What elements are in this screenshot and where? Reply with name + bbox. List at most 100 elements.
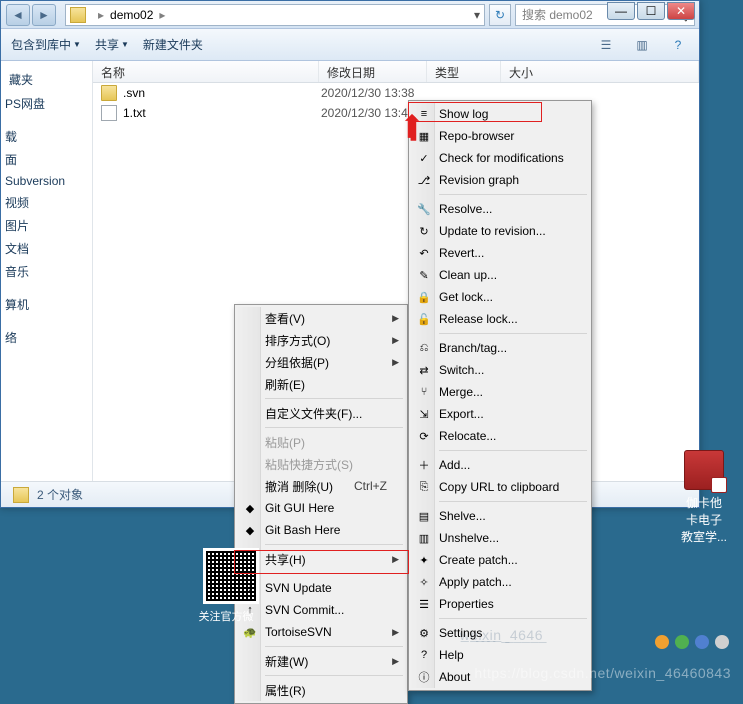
col-size[interactable]: 大小 bbox=[501, 61, 699, 82]
refresh-button[interactable]: ↻ bbox=[489, 4, 511, 26]
sidebar: 藏夹 PS网盘载面Subversion视频图片文档音乐算机络 bbox=[1, 61, 93, 481]
menu-item-label: 分组依据(P) bbox=[265, 354, 329, 371]
branch-icon: ⎌ bbox=[416, 340, 432, 356]
sidebar-item[interactable]: 视频 bbox=[1, 191, 92, 214]
path-segment[interactable]: demo02 bbox=[110, 8, 153, 22]
toolbar-newfolder[interactable]: 新建文件夹 bbox=[143, 36, 203, 53]
menu-item[interactable]: ⓘAbout bbox=[411, 666, 589, 688]
menu-item[interactable]: ⇲Export... bbox=[411, 403, 589, 425]
menu-item[interactable]: 🔓Release lock... bbox=[411, 308, 589, 330]
toolbar-share[interactable]: 共享▼ bbox=[95, 36, 129, 53]
col-date[interactable]: 修改日期 bbox=[319, 61, 427, 82]
tortoisesvn-submenu: ≡Show log▦Repo-browser✓Check for modific… bbox=[408, 100, 592, 691]
close-button[interactable]: ✕ bbox=[667, 2, 695, 20]
menu-item[interactable]: 🔧Resolve... bbox=[411, 198, 589, 220]
maximize-button[interactable]: ☐ bbox=[637, 2, 665, 20]
menu-item[interactable]: 🔒Get lock... bbox=[411, 286, 589, 308]
menu-item[interactable]: ⚙Settings bbox=[411, 622, 589, 644]
menu-item[interactable]: ≡Show log bbox=[411, 103, 589, 125]
menu-item[interactable]: ＋Add... bbox=[411, 454, 589, 476]
add-icon: ＋ bbox=[416, 457, 432, 473]
menu-item[interactable]: 属性(R) bbox=[237, 679, 405, 701]
revert-icon: ↶ bbox=[416, 245, 432, 261]
menu-item[interactable]: ▤Shelve... bbox=[411, 505, 589, 527]
menu-item[interactable]: ↓SVN Update bbox=[237, 577, 405, 599]
sidebar-item[interactable]: 音乐 bbox=[1, 260, 92, 283]
tray-icon[interactable] bbox=[675, 635, 689, 649]
menu-item[interactable]: ✓Check for modifications bbox=[411, 147, 589, 169]
menu-item[interactable]: ☰Properties bbox=[411, 593, 589, 615]
sidebar-item[interactable]: 载 bbox=[1, 125, 92, 148]
menu-item[interactable]: ⎇Revision graph bbox=[411, 169, 589, 191]
menu-item-label: SVN Commit... bbox=[265, 603, 344, 617]
sidebar-item[interactable]: 算机 bbox=[1, 293, 92, 316]
tray-icon[interactable] bbox=[715, 635, 729, 649]
copy-icon: ⎘ bbox=[416, 479, 432, 495]
help-icon[interactable]: ? bbox=[667, 34, 689, 56]
preview-pane-icon[interactable]: ▥ bbox=[631, 34, 653, 56]
address-dropdown-icon[interactable]: ▾ bbox=[474, 8, 480, 22]
menu-item[interactable]: ?Help bbox=[411, 644, 589, 666]
menu-item-label: 刷新(E) bbox=[265, 376, 305, 393]
unlock-icon: 🔓 bbox=[416, 311, 432, 327]
sidebar-item[interactable]: Subversion bbox=[1, 171, 92, 191]
menu-item[interactable]: 分组依据(P)▶ bbox=[237, 351, 405, 373]
menu-item[interactable]: ▥Unshelve... bbox=[411, 527, 589, 549]
menu-item[interactable]: ⑂Merge... bbox=[411, 381, 589, 403]
file-row[interactable]: .svn2020/12/30 13:38 bbox=[93, 83, 699, 103]
menu-item[interactable]: 排序方式(O)▶ bbox=[237, 329, 405, 351]
menu-item[interactable]: ◆ Git Bash Here bbox=[237, 519, 405, 541]
address-bar[interactable]: ▸ demo02 ▸ ▾ bbox=[65, 4, 485, 26]
sidebar-item[interactable]: 文档 bbox=[1, 237, 92, 260]
menu-item-label: Revision graph bbox=[439, 173, 519, 187]
sidebar-item[interactable]: 面 bbox=[1, 148, 92, 171]
file-icon bbox=[101, 105, 117, 121]
menu-item[interactable]: 撤消 删除(U)Ctrl+Z bbox=[237, 475, 405, 497]
menu-item[interactable]: ✎Clean up... bbox=[411, 264, 589, 286]
view-options-icon[interactable]: ☰ bbox=[595, 34, 617, 56]
menu-item[interactable]: ↑SVN Commit... bbox=[237, 599, 405, 621]
tray-icon[interactable] bbox=[655, 635, 669, 649]
menu-item[interactable]: ↶Revert... bbox=[411, 242, 589, 264]
toolbar-include[interactable]: 包含到库中▼ bbox=[11, 36, 81, 53]
menu-item[interactable]: 查看(V)▶ bbox=[237, 307, 405, 329]
git-icon: ◆ bbox=[242, 522, 258, 538]
desktop-shortcut[interactable]: 伽卡他卡电子教室学... bbox=[681, 450, 727, 545]
resolve-icon: 🔧 bbox=[416, 201, 432, 217]
menu-item[interactable]: ▦Repo-browser bbox=[411, 125, 589, 147]
svn-up-icon: ↓ bbox=[242, 580, 258, 596]
submenu-arrow-icon: ▶ bbox=[392, 554, 399, 565]
menu-item[interactable]: 自定义文件夹(F)... bbox=[237, 402, 405, 424]
menu-item[interactable]: ⎌Branch/tag... bbox=[411, 337, 589, 359]
menu-item[interactable]: 刷新(E) bbox=[237, 373, 405, 395]
menu-item[interactable]: ⟳Relocate... bbox=[411, 425, 589, 447]
menu-item[interactable]: ✦Create patch... bbox=[411, 549, 589, 571]
sidebar-item[interactable]: 络 bbox=[1, 326, 92, 349]
submenu-arrow-icon: ▶ bbox=[392, 335, 399, 346]
menu-item-label: 属性(R) bbox=[265, 682, 306, 699]
col-type[interactable]: 类型 bbox=[427, 61, 501, 82]
menu-item-label: Git Bash Here bbox=[265, 523, 340, 537]
git-icon: ◆ bbox=[242, 500, 258, 516]
menu-item[interactable]: 新建(W)▶ bbox=[237, 650, 405, 672]
menu-item-label: Git GUI Here bbox=[265, 501, 334, 515]
submenu-arrow-icon: ▶ bbox=[392, 313, 399, 324]
back-button[interactable]: ◄ bbox=[6, 4, 30, 26]
forward-button[interactable]: ► bbox=[32, 4, 56, 26]
menu-item[interactable]: 共享(H)▶ bbox=[237, 548, 405, 570]
menu-item[interactable]: 🐢TortoiseSVN▶ bbox=[237, 621, 405, 643]
sidebar-item[interactable]: PS网盘 bbox=[1, 92, 92, 115]
file-row[interactable]: 1.txt2020/12/30 13:42 bbox=[93, 103, 699, 123]
menu-item[interactable]: ⇄Switch... bbox=[411, 359, 589, 381]
menu-item[interactable]: ✧Apply patch... bbox=[411, 571, 589, 593]
menu-item[interactable]: ↻Update to revision... bbox=[411, 220, 589, 242]
minimize-button[interactable]: — bbox=[607, 2, 635, 20]
sidebar-item[interactable]: 图片 bbox=[1, 214, 92, 237]
clean-icon: ✎ bbox=[416, 267, 432, 283]
col-name[interactable]: 名称 bbox=[93, 61, 319, 82]
tray-icon[interactable] bbox=[695, 635, 709, 649]
folder-icon bbox=[101, 85, 117, 101]
menu-item[interactable]: ◆ Git GUI Here bbox=[237, 497, 405, 519]
menu-item-label: Relocate... bbox=[439, 429, 496, 443]
menu-item[interactable]: ⎘Copy URL to clipboard bbox=[411, 476, 589, 498]
